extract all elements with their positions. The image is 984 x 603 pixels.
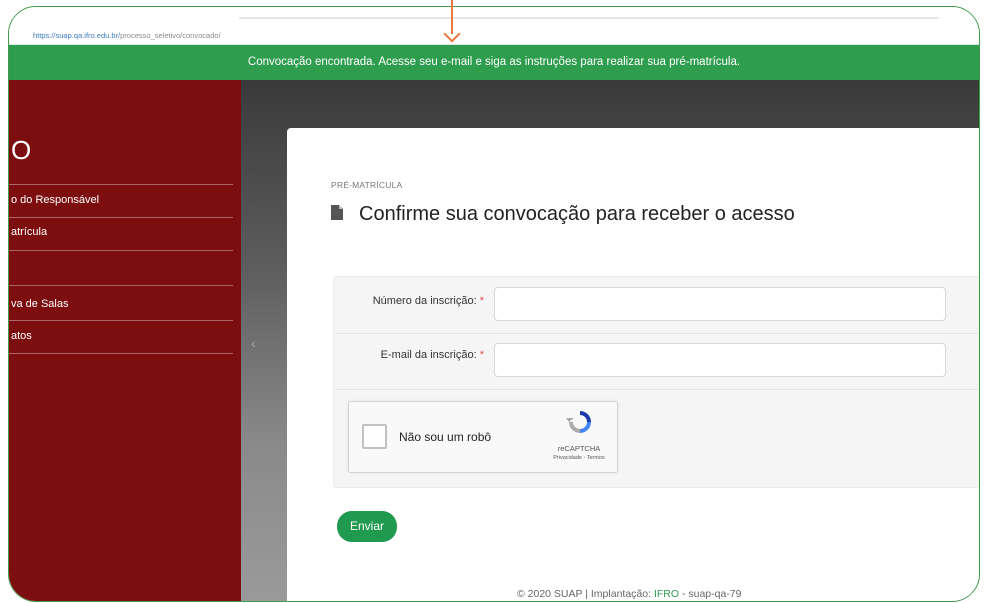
annotation-arrow <box>443 0 461 43</box>
sidebar-item-dados-responsavel[interactable]: o do Responsável <box>11 194 99 206</box>
page-title: Confirme sua convocação para receber o a… <box>359 203 795 225</box>
recaptcha-widget: Não sou um robô reCAPTCHA Privacidade - … <box>348 401 618 473</box>
tab-scrollbar <box>239 17 939 19</box>
sidebar-item-contatos[interactable]: atos <box>11 330 32 342</box>
inscricao-email-input[interactable] <box>494 343 946 377</box>
submit-button[interactable]: Enviar <box>337 511 397 542</box>
recaptcha-links[interactable]: Privacidade - Termos <box>539 455 619 461</box>
url-text[interactable]: https://suap.qa.ifro.edu.br/processo_sel… <box>33 31 221 40</box>
inscricao-number-label: Número da inscrição: * <box>372 295 484 307</box>
recaptcha-logo-icon <box>566 411 591 433</box>
footer-ifro-link[interactable]: IFRO <box>654 588 679 600</box>
sidebar-divider <box>9 217 233 218</box>
form-divider <box>334 333 979 334</box>
success-notice-banner: Convocação encontrada. Acesse seu e-mail… <box>9 45 979 80</box>
sidebar-divider <box>9 285 233 286</box>
form-divider <box>334 389 979 390</box>
sidebar: O o do Responsável atrícula va de Salas … <box>9 80 241 601</box>
sidebar-divider <box>9 320 233 321</box>
screenshot-frame: https://suap.qa.ifro.edu.br/processo_sel… <box>8 6 980 602</box>
sidebar-divider <box>9 353 233 354</box>
form-panel: Número da inscrição: * E-mail da inscriç… <box>333 276 979 488</box>
page-eyebrow: PRÉ-MATRÍCULA <box>331 180 403 190</box>
inscricao-email-label: E-mail da inscrição: * <box>380 349 484 361</box>
chevron-left-icon[interactable]: ‹ <box>251 335 256 351</box>
url-host: https://suap.qa.ifro.edu.br/ <box>33 31 121 40</box>
sidebar-divider <box>9 184 233 185</box>
recaptcha-checkbox[interactable] <box>362 424 387 449</box>
recaptcha-label: Não sou um robô <box>399 430 492 444</box>
url-path: processo_seletivo/convocado/ <box>120 31 221 40</box>
inscricao-number-input[interactable] <box>494 287 946 321</box>
page-footer: © 2020 SUAP | Implantação: IFRO - suap-q… <box>517 588 742 600</box>
browser-address-bar[interactable]: https://suap.qa.ifro.edu.br/processo_sel… <box>9 7 979 45</box>
sidebar-divider <box>9 250 233 251</box>
sidebar-logo: O <box>11 135 32 165</box>
form-card: PRÉ-MATRÍCULA Confirme sua convocação pa… <box>287 128 979 601</box>
sidebar-item-matricula[interactable]: atrícula <box>11 226 47 238</box>
recaptcha-brand: reCAPTCHA <box>557 444 601 453</box>
sidebar-item-reserva-salas[interactable]: va de Salas <box>11 298 68 310</box>
notice-text: Convocação encontrada. Acesse seu e-mail… <box>247 56 741 68</box>
